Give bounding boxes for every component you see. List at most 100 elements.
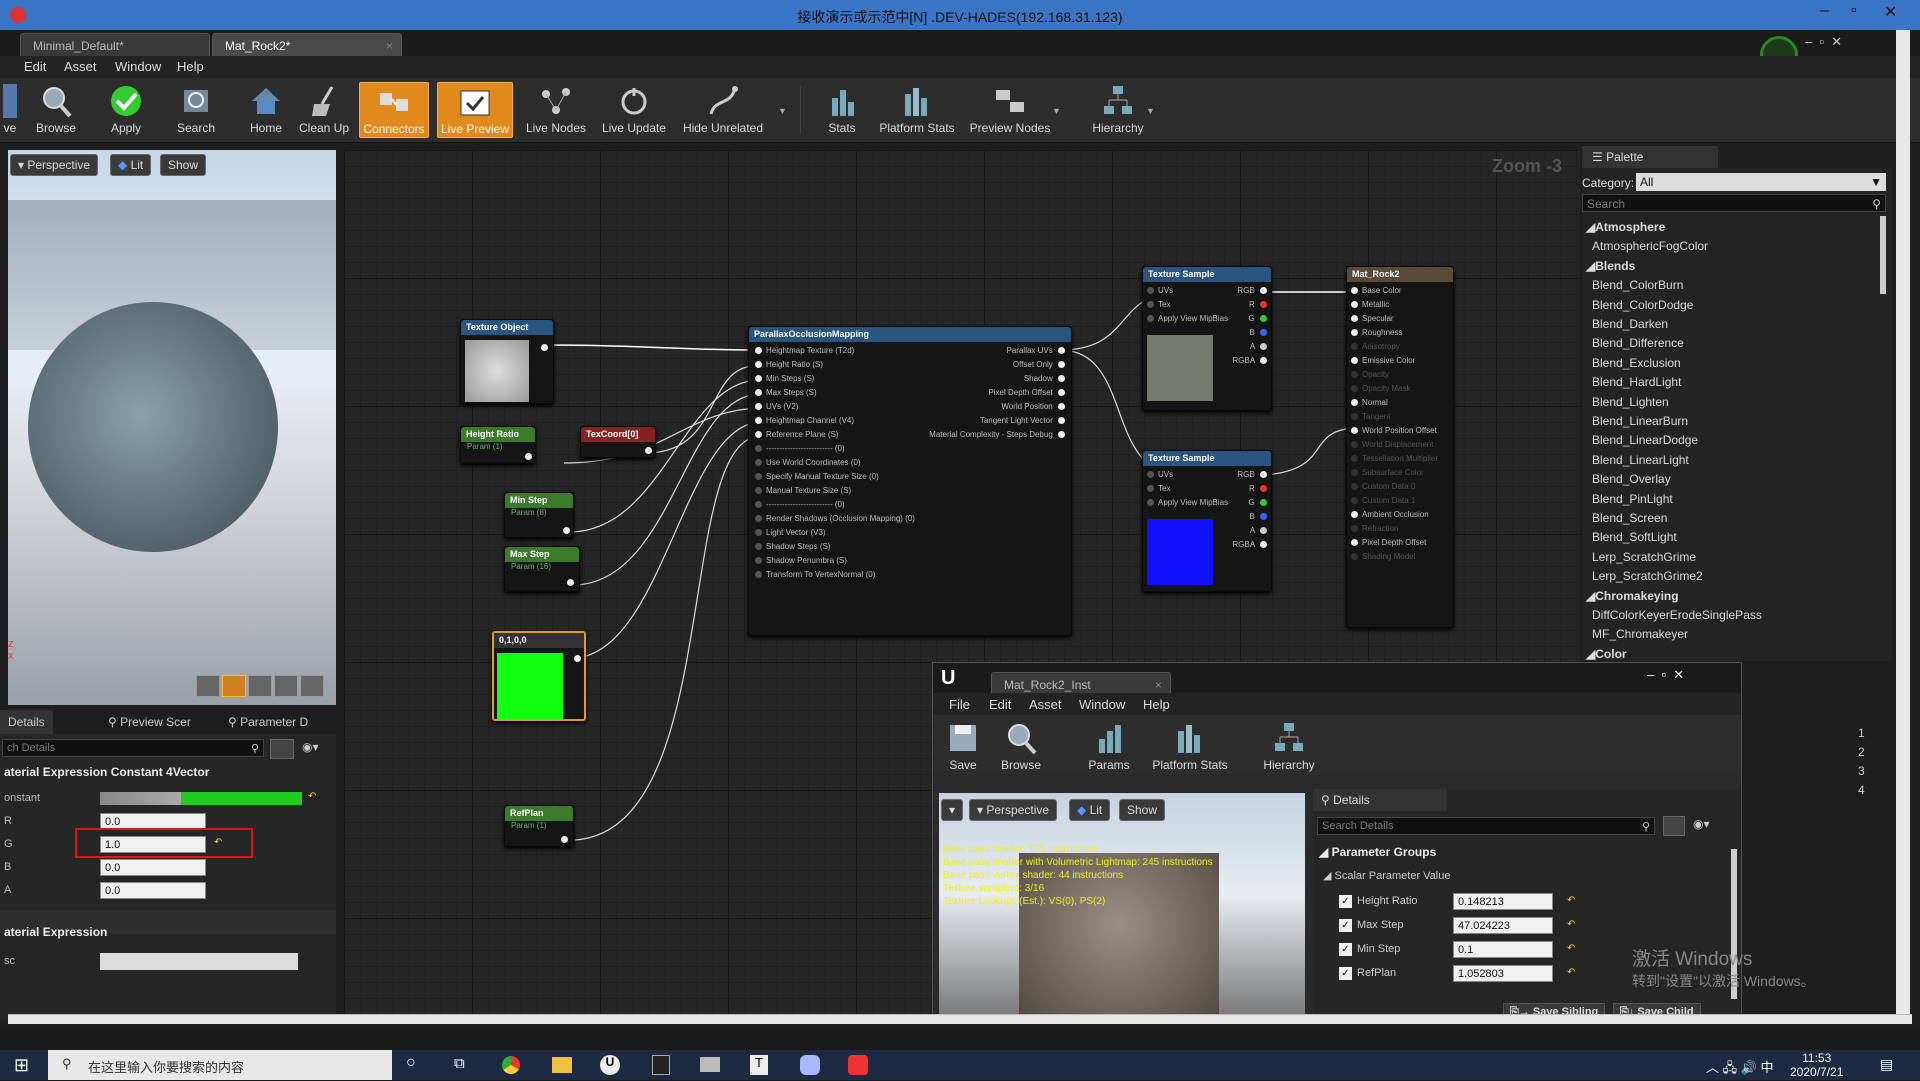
inst-show-button[interactable]: Show [1119, 799, 1166, 821]
cortana-icon[interactable]: ○ [406, 1054, 416, 1072]
lit-button[interactable]: ◆ Lit [110, 154, 152, 176]
node-pin[interactable]: Shadow Steps (S) [755, 542, 830, 551]
node-pin[interactable]: Normal [1351, 398, 1388, 407]
tab-preview-scene[interactable]: ⚲ Preview Scer [100, 710, 199, 734]
instance-viewport[interactable]: ▾ ▾ Perspective ◆ Lit Show Base pass sha… [939, 793, 1305, 1019]
viewport-mesh-buttons[interactable] [196, 675, 336, 699]
node-pin[interactable]: Tangent [1351, 412, 1390, 421]
node-pin[interactable]: Offset Only [1013, 360, 1065, 369]
node-pin[interactable]: Roughness [1351, 328, 1402, 337]
reset-to-default-icon[interactable]: ↶ [1567, 967, 1575, 978]
node-pin[interactable]: Opacity [1351, 370, 1389, 379]
node-pin[interactable]: Opacity Mask [1351, 384, 1410, 393]
node-pin[interactable]: Anisotropy [1351, 342, 1400, 351]
node-pin[interactable]: Custom Data 0 [1351, 482, 1415, 491]
node-texture-object[interactable]: Texture Object [460, 319, 554, 404]
inst-hierarchy-button[interactable]: Hierarchy [1259, 719, 1319, 775]
remote-desktop-icon[interactable] [700, 1057, 720, 1072]
show-button[interactable]: Show [160, 154, 207, 176]
palette-item[interactable]: Blend_ColorBurn [1592, 278, 1683, 292]
chrome-icon[interactable] [502, 1056, 520, 1074]
palette-item[interactable]: Blend_Lighten [1592, 395, 1669, 409]
palette-item[interactable]: Blend_LinearBurn [1592, 414, 1688, 428]
save-button[interactable]: ve [0, 82, 20, 138]
reset-to-default-icon[interactable]: ↶ [308, 791, 316, 802]
node-pin[interactable]: ------------------------- (0) [755, 444, 845, 453]
browse-button[interactable]: Browse [28, 82, 84, 138]
node-max-step[interactable]: Max Step Param (16) [504, 546, 580, 592]
palette-scrollbar[interactable] [1880, 216, 1886, 294]
node-pin[interactable]: A [1250, 342, 1267, 351]
app-icon[interactable] [800, 1055, 820, 1075]
horizontal-scrollbar[interactable] [8, 1014, 1912, 1024]
node-texture-sample-1[interactable]: Texture Sample UVs Tex Apply View MipBias R… [1142, 266, 1272, 411]
hierarchy-button[interactable]: Hierarchy [1088, 82, 1148, 138]
node-pin[interactable]: Refraction [1351, 524, 1398, 533]
palette-item[interactable]: Blend_ColorDodge [1592, 298, 1693, 312]
node-pin[interactable]: World Displacement [1351, 440, 1433, 449]
scalar-param-header[interactable]: ◢ Scalar Parameter Value [1323, 869, 1450, 882]
unreal-taskbar-icon[interactable]: U [600, 1055, 620, 1075]
cylinder-icon[interactable] [196, 675, 220, 697]
palette-item[interactable]: Blend_Darken [1592, 317, 1668, 331]
inst-browse-button[interactable]: Browse [993, 719, 1049, 775]
close-icon[interactable]: ✕ [1884, 2, 1897, 22]
hide-unrelated-button[interactable]: Hide Unrelated [680, 82, 766, 138]
palette-item[interactable]: Lerp_ScratchGrime [1592, 550, 1696, 564]
preview-nodes-dropdown-icon[interactable]: ▼ [1052, 106, 1061, 116]
palette-item[interactable]: MF_Chromakeyer [1592, 627, 1688, 641]
live-preview-button[interactable]: Live Preview [437, 82, 513, 138]
node-pin[interactable]: A [1250, 526, 1267, 535]
node-refplan[interactable]: RefPlan Param (1) [504, 805, 574, 847]
param-value-field[interactable]: 47.024223 [1453, 917, 1553, 934]
palette-item[interactable]: Blend_LinearDodge [1592, 433, 1698, 447]
a-value-field[interactable]: 0.0 [100, 882, 206, 899]
palette-item[interactable]: Blend_HardLight [1592, 375, 1681, 389]
node-pin[interactable]: Tex [1147, 300, 1170, 309]
reset-to-default-icon[interactable]: ↶ [1567, 919, 1575, 930]
inst-search-input[interactable]: Search Details ⚲ [1317, 817, 1655, 835]
node-height-ratio[interactable]: Height Ratio Param (1) [460, 426, 536, 464]
desc-field[interactable] [100, 953, 298, 970]
search-button[interactable]: Search [168, 82, 224, 138]
palette-category[interactable]: ◢Blends [1586, 259, 1635, 273]
b-value-field[interactable]: 0.0 [100, 859, 206, 876]
material-preview-viewport[interactable]: ▾ Perspective ◆ Lit Show zx [8, 150, 336, 705]
node-material-result[interactable]: Mat_Rock2 Base Color Metallic Specular Roug… [1346, 266, 1454, 628]
palette-item[interactable]: DiffColorKeyerErodeSinglePass [1592, 608, 1762, 622]
node-pin[interactable]: Shadow Penumbra (S) [755, 556, 847, 565]
node-pin[interactable]: World Position [1001, 402, 1065, 411]
node-pin[interactable]: G [1249, 314, 1267, 323]
live-nodes-button[interactable]: Live Nodes [522, 82, 590, 138]
reset-to-default-icon[interactable]: ↶ [1567, 943, 1575, 954]
param-value-field[interactable]: 0.148213 [1453, 893, 1553, 910]
node-pin[interactable]: Shading Model [1351, 552, 1415, 561]
node-pin[interactable]: Transform To VertexNormal (0) [755, 570, 875, 579]
palette-item[interactable]: Blend_Screen [1592, 511, 1667, 525]
sphere-icon[interactable] [222, 675, 246, 697]
node-pin[interactable]: Pixel Depth Offset [988, 388, 1065, 397]
node-parallax-occlusion-mapping[interactable]: ParallaxOcclusionMapping Heightmap Textu… [748, 326, 1072, 636]
node-pin[interactable]: Base Color [1351, 286, 1402, 295]
param-checkbox[interactable]: ✓ [1339, 895, 1352, 908]
node-pin[interactable]: Material Complexity - Steps Debug [929, 430, 1065, 439]
node-pin[interactable]: Apply View MipBias [1147, 498, 1228, 507]
teapot-icon[interactable] [300, 675, 324, 697]
apply-button[interactable]: Apply [98, 82, 154, 138]
tab-parameter-defaults[interactable]: ⚲ Parameter D [220, 710, 316, 734]
parameter-groups-header[interactable]: ◢ Parameter Groups [1319, 845, 1436, 859]
node-pin[interactable]: Reference Plane (S) [755, 430, 838, 439]
palette-item[interactable]: Blend_Overlay [1592, 472, 1671, 486]
maximize-icon[interactable]: ▫ [1851, 2, 1857, 20]
palette-item[interactable]: Blend_PinLight [1592, 492, 1673, 506]
inst-params-button[interactable]: Params [1083, 719, 1135, 775]
node-pin[interactable]: Specular [1351, 314, 1394, 323]
node-texture-sample-2[interactable]: Texture Sample UVs Tex Apply View MipBias R… [1142, 450, 1272, 592]
node-pin[interactable]: RGBA [1233, 540, 1267, 549]
editor-window-controls[interactable]: – ▫ ✕ [1805, 34, 1842, 50]
category-select[interactable]: All ▼ [1636, 173, 1886, 191]
node-pin[interactable]: R [1249, 484, 1267, 493]
visibility-icon[interactable]: ◉▾ [302, 740, 319, 754]
node-pin[interactable]: B [1249, 328, 1267, 337]
node-pin[interactable]: UVs [1147, 286, 1173, 295]
